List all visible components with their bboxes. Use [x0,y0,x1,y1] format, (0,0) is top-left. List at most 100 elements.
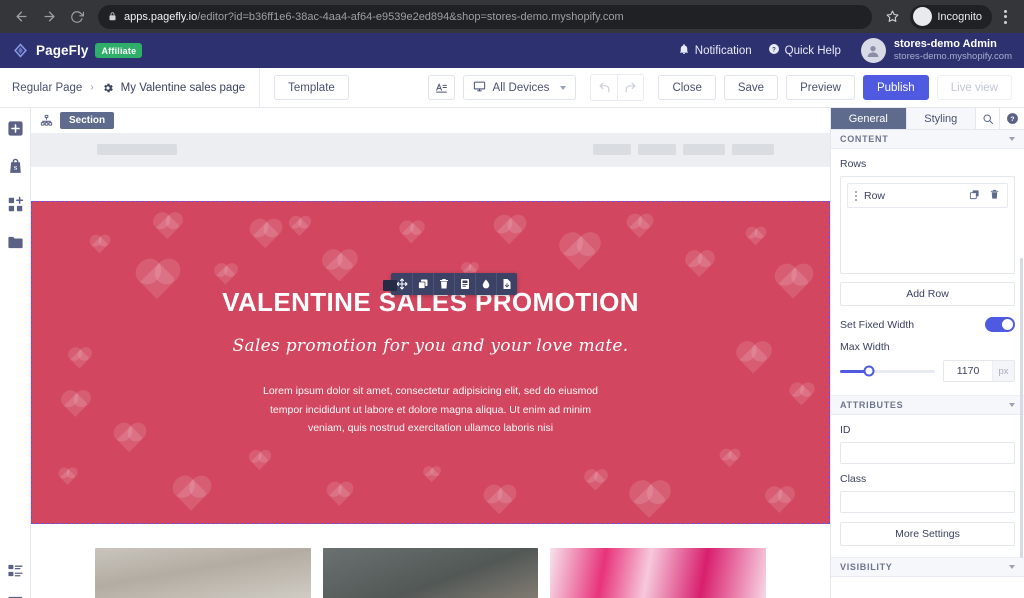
panel-tabs: General Styling ? [831,108,1024,130]
incognito-icon [913,7,933,26]
hero-subheading[interactable]: Sales promotion for you and your love ma… [51,336,810,356]
redo-button[interactable] [617,75,644,100]
editor-canvas[interactable]: Section 5+ VALENTINE SALES PROMOTION Sal… [31,108,830,598]
heart-decor [325,252,355,282]
folder-icon[interactable] [4,231,26,253]
left-toolbar-bottom [0,559,30,598]
set-fixed-width-toggle[interactable] [985,317,1015,332]
placeholder-nav-4 [732,144,774,155]
bell-icon [678,43,690,58]
help-circle-icon[interactable]: ? [1000,108,1024,129]
tab-styling[interactable]: Styling [906,108,977,129]
heart-decor [424,467,440,483]
max-width-value[interactable]: 1170 [944,361,992,381]
template-button[interactable]: Template [274,75,349,100]
attributes-section-header[interactable]: ATTRIBUTES [831,396,1024,415]
row-list-item[interactable]: Row [847,183,1008,208]
left-toolbar: S [0,108,31,598]
undo-button[interactable] [591,75,618,100]
product-image-row [31,524,830,598]
drag-grip-icon[interactable] [855,190,857,201]
forward-button[interactable] [36,4,62,30]
set-fixed-width-row: Set Fixed Width [840,317,1015,332]
hero-paragraph[interactable]: Lorem ipsum dolor sit amet, consectetur … [251,382,611,438]
heart-decor [563,236,597,270]
browser-menu-button[interactable] [994,4,1016,30]
svg-text:S: S [13,165,17,172]
address-bar[interactable]: apps.pagefly.io/editor?id=b36ff1e6-38ac-… [98,4,873,29]
pagefly-topnav: PageFly Affiliate Notification ? Quick H… [0,33,1024,68]
heart-decor [633,484,667,518]
visibility-section-header[interactable]: VISIBILITY [831,558,1024,577]
product-image-2[interactable] [322,548,539,598]
save-button[interactable]: Save [723,75,779,100]
content-section-header[interactable]: CONTENT [831,130,1024,149]
max-width-field[interactable]: 1170 px [943,360,1015,382]
url-text: apps.pagefly.io/editor?id=b36ff1e6-38ac-… [124,11,624,23]
pagefly-logo[interactable]: PageFly Affiliate [12,42,143,59]
class-label: Class [840,473,867,485]
incognito-label: Incognito [937,10,982,23]
breadcrumb-page[interactable]: My Valentine sales page [102,82,245,94]
trash-icon[interactable] [433,273,454,295]
add-section-icon[interactable] [4,193,26,215]
paint-drop-icon[interactable] [475,273,496,295]
star-icon[interactable] [880,5,904,29]
save-template-icon[interactable] [454,273,475,295]
attributes-section-label: ATTRIBUTES [840,400,904,410]
more-settings-button[interactable]: More Settings [840,522,1015,546]
placeholder-nav-1 [593,144,631,155]
heart-decor [176,479,208,511]
id-input[interactable] [840,442,1015,464]
affiliate-badge[interactable]: Affiliate [95,43,143,58]
user-menu[interactable]: stores-demo Admin stores-demo.myshopify.… [860,38,1012,64]
preview-button[interactable]: Preview [786,75,855,100]
set-fixed-width-label: Set Fixed Width [840,318,915,331]
incognito-indicator[interactable]: Incognito [910,4,992,29]
search-icon[interactable] [976,108,1001,129]
hero-content: VALENTINE SALES PROMOTION Sales promotio… [31,287,830,438]
layers-list-icon[interactable] [4,559,26,581]
page-title: My Valentine sales page [120,81,246,94]
shopify-bag-icon[interactable]: S [4,155,26,177]
heart-decor [767,488,793,514]
pagefly-logo-text: PageFly [36,43,89,58]
class-input[interactable] [840,491,1015,513]
product-image-3[interactable] [550,548,767,598]
max-width-unit: px [992,361,1014,381]
slider-knob[interactable] [863,365,874,377]
panel-scrollbar[interactable] [1020,258,1023,558]
hero-section[interactable]: VALENTINE SALES PROMOTION Sales promotio… [31,201,830,524]
devices-dropdown[interactable]: All Devices [462,75,577,100]
heart-decor [586,471,606,491]
breadcrumb-root[interactable]: Regular Page [12,82,82,94]
duplicate-icon[interactable] [412,273,433,295]
code-editor-icon[interactable] [4,591,26,598]
add-file-icon[interactable] [496,273,517,295]
max-width-slider[interactable] [840,365,935,377]
duplicate-icon[interactable] [969,187,980,205]
close-button[interactable]: Close [658,75,716,100]
section-badge[interactable]: Section [60,112,115,129]
reload-button[interactable] [64,4,90,30]
chevron-down-icon [1009,137,1015,141]
back-button[interactable] [8,4,34,30]
trash-icon[interactable] [989,187,1000,205]
notification-button[interactable]: Notification [678,43,752,58]
add-row-button[interactable]: Add Row [840,282,1015,306]
quick-help-button[interactable]: ? Quick Help [768,43,841,58]
drag-handle-icon[interactable] [383,280,397,291]
product-image-1[interactable] [95,548,311,598]
tab-general[interactable]: General [831,108,907,129]
topnav-right: Notification ? Quick Help stores-demo Ad… [678,38,1012,64]
browser-toolbar: apps.pagefly.io/editor?id=b36ff1e6-38ac-… [0,0,1024,33]
typography-icon[interactable] [427,75,455,100]
sitemap-icon[interactable] [40,114,53,127]
publish-button[interactable]: Publish [862,75,929,100]
heart-decor [216,265,236,285]
add-element-icon[interactable] [4,117,26,139]
notification-label: Notification [694,44,752,57]
content-section-body: Rows Row Add Row Set Fixed Width Max Wid… [831,149,1024,386]
user-info: stores-demo Admin stores-demo.myshopify.… [894,38,1012,64]
toolbar-divider [259,67,261,108]
